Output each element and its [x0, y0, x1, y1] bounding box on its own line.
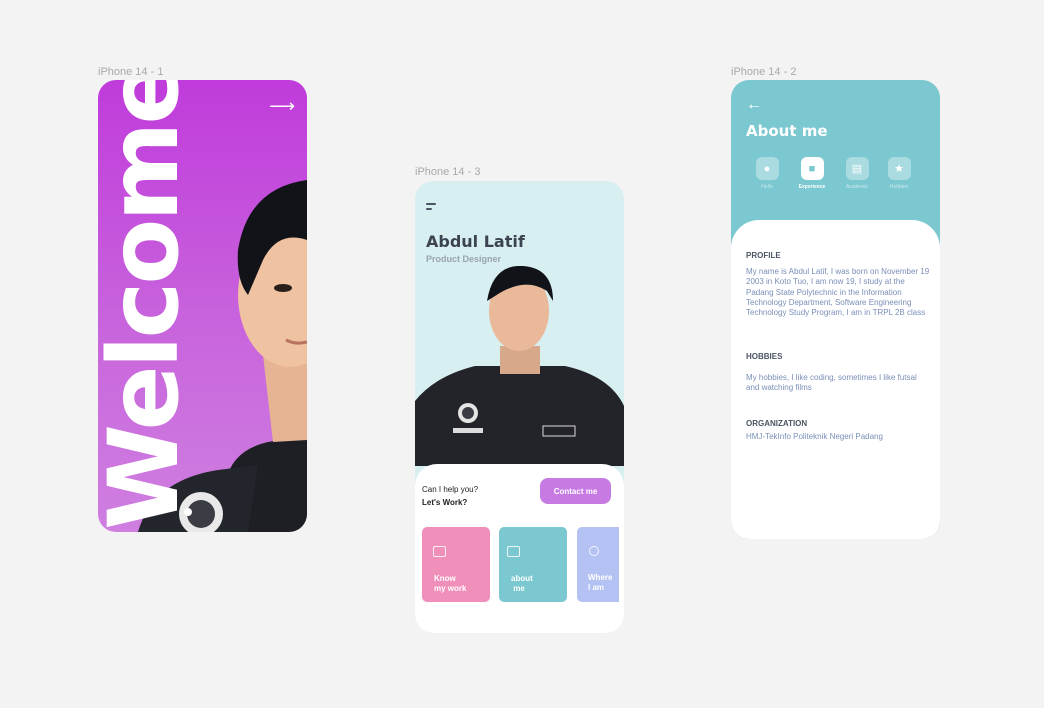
tab-label: Academic [846, 184, 868, 190]
where-i-am-card[interactable]: Where I am [577, 527, 619, 602]
location-icon [589, 546, 599, 556]
user-icon: ● [755, 157, 779, 180]
hobbies-heading: HOBBIES [746, 352, 783, 361]
home-screen: Abdul Latif Product Designer Can I help … [415, 181, 624, 633]
briefcase-icon: ■ [800, 157, 824, 180]
tab-academic[interactable]: ▤ Academic [837, 157, 877, 190]
profile-heading: PROFILE [746, 251, 781, 260]
menu-icon[interactable] [426, 203, 436, 213]
star-icon: ★ [887, 157, 911, 180]
frame-label-phone1: iPhone 14 - 1 [98, 66, 164, 78]
organization-text: HMJ-TekInfo Politeknik Negeri Padang [746, 432, 883, 441]
card-label: I am [588, 583, 605, 592]
bottom-sheet: Can I help you? Let's Work? Contact me K… [415, 464, 624, 633]
frame-label-phone2: iPhone 14 - 2 [731, 66, 797, 78]
frame-label-phone3: iPhone 14 - 3 [415, 166, 481, 178]
welcome-heading: Welcome [98, 80, 200, 530]
profile-role: Product Designer [426, 254, 502, 264]
card-label: me [511, 584, 525, 593]
organization-heading: ORGANIZATION [746, 419, 808, 428]
tab-label: Hello [761, 184, 773, 190]
help-question: Can I help you? [422, 485, 479, 494]
card-label: Where [588, 573, 613, 582]
about-me-screen: ← About me ● Hello ■ Experience ▤ Academ… [731, 80, 940, 539]
profile-name: Abdul Latif [426, 232, 525, 251]
help-text: Can I help you? Let's Work? [422, 483, 478, 509]
welcome-screen: Welcome ⟶ [98, 80, 307, 532]
tab-label: Experience [798, 184, 826, 190]
back-arrow-icon[interactable]: ← [746, 96, 762, 114]
briefcase-icon [433, 546, 446, 557]
page-title: About me [746, 122, 828, 140]
tab-hello[interactable]: ● Hello [747, 157, 787, 190]
portrait-photo [415, 266, 624, 466]
tab-label: Hobbies [889, 184, 909, 190]
hobbies-text: My hobbies, I like coding, sometimes I l… [746, 373, 917, 393]
card-label: my work [434, 584, 467, 593]
next-arrow-icon[interactable]: ⟶ [269, 96, 295, 117]
tab-hobbies[interactable]: ★ Hobbies [879, 157, 919, 190]
contact-me-button[interactable]: Contact me [540, 478, 611, 504]
card-label: Know [434, 574, 456, 583]
about-me-card[interactable]: about me [499, 527, 567, 602]
content-panel: PROFILE My name is Abdul Latif, I was bo… [731, 220, 940, 539]
book-icon: ▤ [845, 157, 869, 180]
id-card-icon [507, 546, 520, 557]
profile-text: My name is Abdul Latif, I was born on No… [746, 267, 930, 318]
know-my-work-card[interactable]: Know my work [422, 527, 490, 602]
tab-experience[interactable]: ■ Experience [792, 157, 832, 190]
card-label: about [511, 574, 533, 583]
help-cta: Let's Work? [422, 498, 468, 507]
